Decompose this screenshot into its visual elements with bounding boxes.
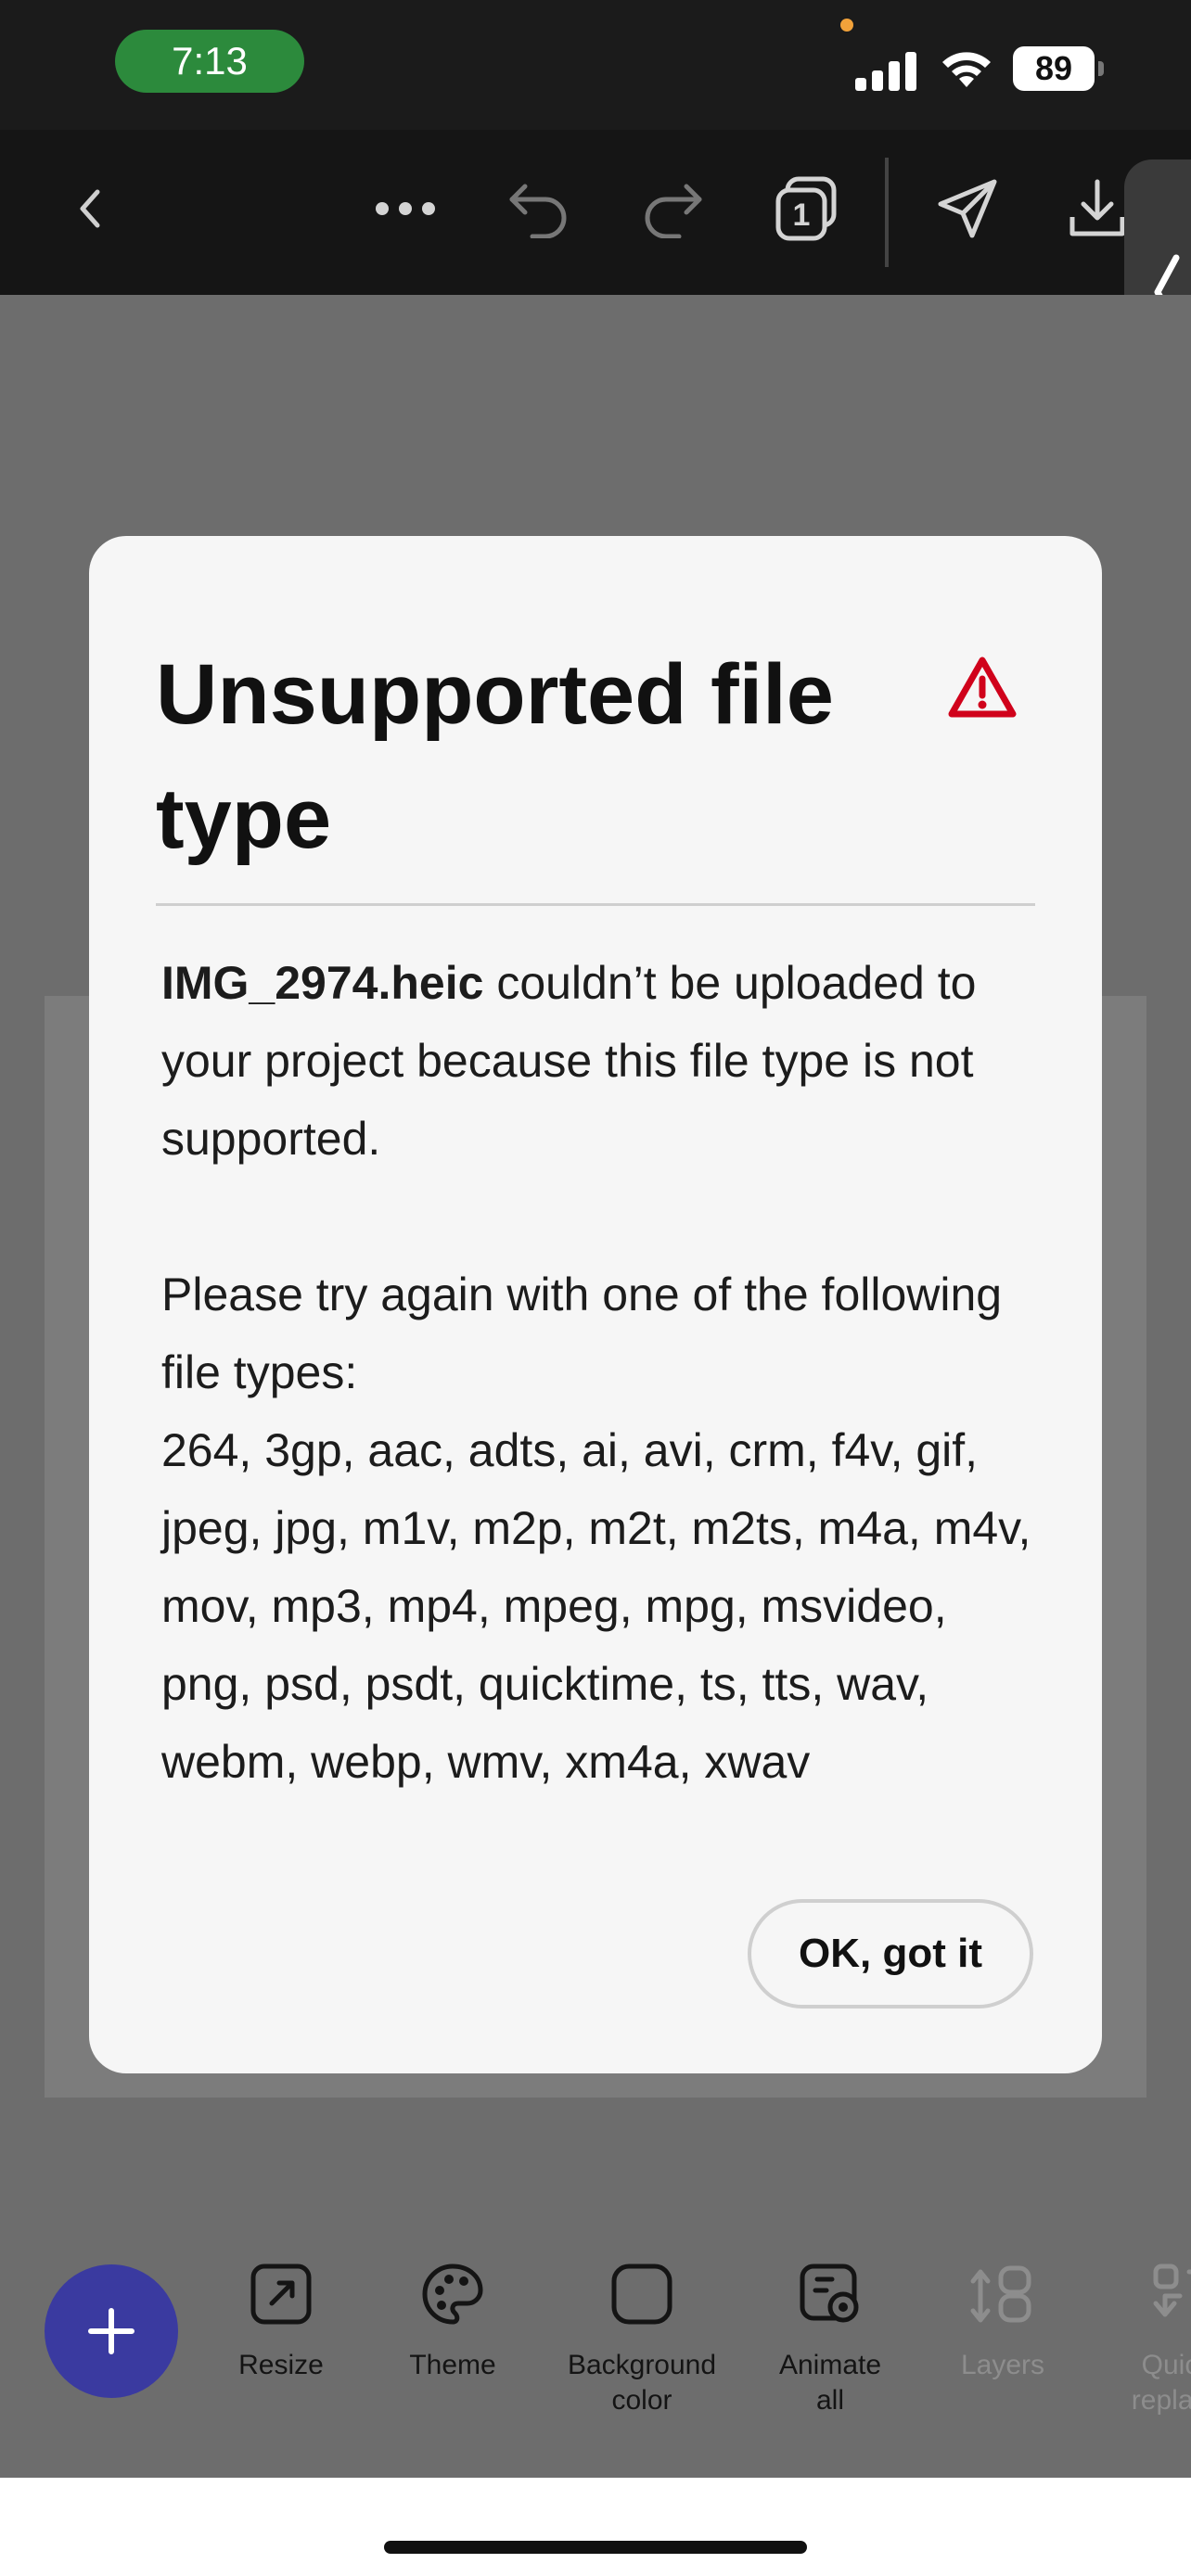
layers-icon bbox=[969, 2261, 1036, 2327]
alert-icon bbox=[948, 657, 1017, 718]
pages-count: 1 bbox=[793, 198, 811, 233]
home-indicator[interactable] bbox=[384, 2541, 807, 2554]
dialog-prompt: Please try again with one of the followi… bbox=[161, 1269, 1003, 1398]
share-icon[interactable] bbox=[926, 167, 1009, 250]
status-time: 7:13 bbox=[115, 30, 304, 93]
wifi-icon bbox=[942, 52, 991, 87]
resize-icon bbox=[248, 2261, 314, 2327]
background-color-icon bbox=[608, 2261, 675, 2327]
resize-tool[interactable]: Resize bbox=[202, 2261, 360, 2383]
layers-label: Layers bbox=[960, 2350, 1045, 2380]
dialog-divider bbox=[156, 903, 1035, 906]
dialog-message: IMG_2974.heic couldn’t be uploaded to yo… bbox=[161, 944, 1043, 1178]
unsupported-file-dialog: Unsupported file type IMG_2974.heic coul… bbox=[89, 536, 1102, 2073]
privacy-indicator bbox=[840, 19, 853, 32]
quick-replace-label: Quick replace bbox=[1131, 2350, 1191, 2416]
animate-all-label: Animate all bbox=[778, 2350, 882, 2416]
status-bar: 7:13 89 bbox=[0, 0, 1191, 130]
add-button[interactable] bbox=[45, 2264, 178, 2398]
toolbar-divider bbox=[885, 158, 889, 267]
cellular-signal-icon bbox=[855, 52, 916, 91]
pages-icon[interactable]: 1 bbox=[764, 167, 848, 250]
editor-toolbar: 1 bbox=[0, 130, 1191, 295]
dialog-body: IMG_2974.heic couldn’t be uploaded to yo… bbox=[161, 944, 1043, 1801]
animate-icon bbox=[797, 2261, 864, 2327]
dialog-title: Unsupported file type bbox=[156, 647, 834, 866]
resize-label: Resize bbox=[238, 2350, 324, 2380]
ok-got-it-button[interactable]: OK, got it bbox=[748, 1899, 1033, 2009]
theme-label: Theme bbox=[409, 2350, 496, 2380]
bottom-toolbar: Resize Theme Background color Animate al… bbox=[0, 2207, 1191, 2478]
dialog-filename: IMG_2974.heic bbox=[161, 957, 484, 1009]
battery-level: 89 bbox=[1013, 46, 1095, 91]
layers-tool[interactable]: Layers bbox=[924, 2261, 1082, 2383]
theme-tool[interactable]: Theme bbox=[374, 2261, 531, 2383]
undo-icon[interactable] bbox=[497, 167, 581, 250]
background-color-label: Background color bbox=[567, 2350, 717, 2416]
home-indicator-area bbox=[0, 2478, 1191, 2576]
more-icon[interactable] bbox=[364, 167, 447, 250]
background-color-tool[interactable]: Background color bbox=[563, 2261, 721, 2418]
back-icon[interactable] bbox=[48, 167, 132, 250]
animate-all-tool[interactable]: Animate all bbox=[751, 2261, 909, 2418]
quick-replace-tool[interactable]: Quick replace bbox=[1098, 2261, 1191, 2418]
battery-icon: 89 bbox=[1013, 46, 1104, 91]
supported-file-types: 264, 3gp, aac, adts, ai, avi, crm, f4v, … bbox=[161, 1424, 1031, 1788]
redo-icon[interactable] bbox=[631, 167, 714, 250]
quick-replace-icon bbox=[1146, 2261, 1191, 2327]
palette-icon bbox=[419, 2261, 486, 2327]
plus-icon bbox=[88, 2308, 134, 2354]
